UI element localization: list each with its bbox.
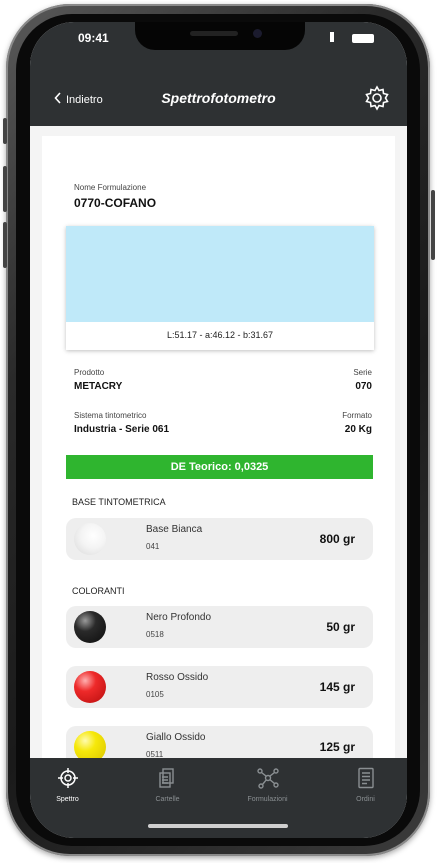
colorant-code: 0105 bbox=[146, 690, 164, 699]
red-colorant-blob bbox=[74, 671, 106, 703]
mute-switch bbox=[3, 118, 7, 144]
formato-value: 20 Kg bbox=[344, 424, 372, 435]
colorant-qty: 145 gr bbox=[319, 680, 355, 694]
gear-icon[interactable] bbox=[363, 84, 391, 112]
page-title: Spettrofotometro bbox=[161, 90, 276, 106]
lab-values: L:51.17 - a:46.12 - b:31.67 bbox=[166, 330, 274, 340]
base-name: Base Bianca bbox=[146, 524, 203, 535]
de-teorico-bar: DE Teorico: 0,0325 bbox=[66, 455, 373, 479]
prodotto-label: Prodotto bbox=[74, 368, 105, 377]
molecule-icon bbox=[230, 766, 305, 790]
tab-bar: Spettro Cartelle Formulazioni Ordini bbox=[30, 758, 407, 838]
color-swatch-card: L:51.17 - a:46.12 - b:31.67 bbox=[66, 226, 374, 350]
tab-label: Cartelle bbox=[155, 796, 180, 803]
formulation-name: 0770-COFANO bbox=[74, 196, 157, 210]
base-row[interactable]: Base Bianca 041 800 gr bbox=[66, 518, 373, 560]
power-button bbox=[431, 190, 435, 260]
volume-up-button bbox=[3, 166, 7, 212]
speaker-grille bbox=[190, 31, 238, 36]
colorant-qty: 50 gr bbox=[326, 620, 355, 634]
battery-icon bbox=[352, 34, 374, 43]
colorant-code: 0518 bbox=[146, 630, 164, 639]
folders-icon bbox=[130, 766, 205, 790]
base-section-title: BASE TINTOMETRICA bbox=[72, 497, 166, 507]
sistema-label: Sistema tintometrico bbox=[74, 411, 147, 420]
tab-cartelle[interactable]: Cartelle bbox=[130, 766, 205, 803]
colorant-code: 0511 bbox=[146, 750, 164, 758]
colorant-row[interactable]: Giallo Ossido 0511 125 gr bbox=[66, 726, 373, 758]
colorant-row[interactable]: Rosso Ossido 0105 145 gr bbox=[66, 666, 373, 708]
colorants-section-title: COLORANTI bbox=[72, 586, 125, 596]
main-content[interactable]: Nome Formulazione 0770-COFANO L:51.17 - … bbox=[30, 126, 407, 758]
signal-icon bbox=[330, 32, 334, 42]
front-camera bbox=[253, 29, 262, 38]
phone-notch bbox=[135, 22, 305, 50]
colorant-name: Giallo Ossido bbox=[146, 732, 206, 743]
formato-label: Formato bbox=[342, 411, 372, 420]
tab-label: Spettro bbox=[56, 796, 79, 803]
tab-label: Ordini bbox=[356, 796, 375, 803]
color-swatch bbox=[66, 226, 374, 322]
base-qty: 800 gr bbox=[319, 532, 355, 546]
prodotto-value: METACRY bbox=[74, 381, 123, 392]
colorant-qty: 125 gr bbox=[319, 740, 355, 754]
status-time: 09:41 bbox=[78, 31, 109, 45]
home-indicator bbox=[148, 824, 288, 828]
tab-formulazioni[interactable]: Formulazioni bbox=[230, 766, 305, 803]
colorant-name: Rosso Ossido bbox=[146, 672, 209, 683]
tab-ordini[interactable]: Ordini bbox=[328, 766, 403, 803]
base-code: 041 bbox=[146, 542, 160, 551]
colorant-row[interactable]: Nero Profondo 0518 50 gr bbox=[66, 606, 373, 648]
sistema-value: Industria - Serie 061 bbox=[74, 424, 170, 435]
app-screen: 09:41 Indietro Spettrofotometro Nome For… bbox=[30, 22, 407, 838]
serie-label: Serie bbox=[353, 368, 372, 377]
yellow-colorant-blob bbox=[74, 731, 106, 758]
black-colorant-blob bbox=[74, 611, 106, 643]
document-icon bbox=[328, 766, 403, 790]
colorant-name: Nero Profondo bbox=[146, 612, 212, 623]
tab-spettro[interactable]: Spettro bbox=[30, 766, 105, 803]
base-white-blob bbox=[74, 523, 106, 555]
tab-label: Formulazioni bbox=[247, 796, 288, 803]
serie-value: 070 bbox=[355, 381, 372, 392]
target-icon bbox=[30, 766, 105, 790]
formulation-name-label: Nome Formulazione bbox=[74, 183, 147, 192]
volume-down-button bbox=[3, 222, 7, 268]
